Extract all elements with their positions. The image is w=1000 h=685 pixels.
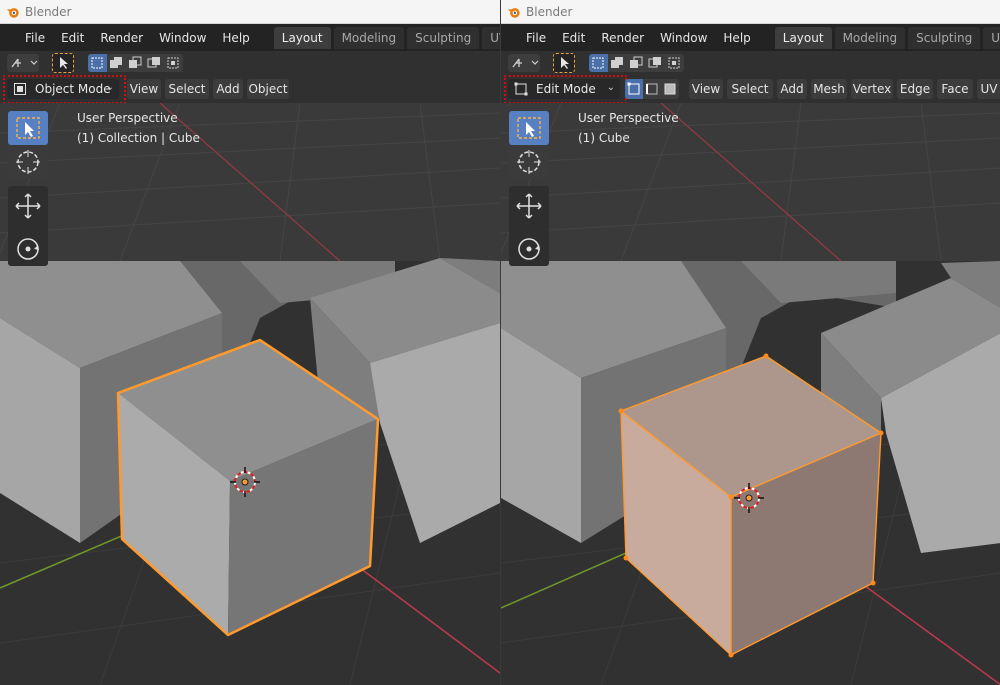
header-view-menu[interactable]: View xyxy=(127,79,161,99)
move-icon[interactable] xyxy=(8,186,48,226)
mode-highlight-annotation xyxy=(504,75,627,104)
pivot-icon xyxy=(512,58,539,68)
tab-uv-editing[interactable]: UV Editing xyxy=(482,26,500,49)
menu-edit[interactable]: Edit xyxy=(554,28,593,48)
menu-render[interactable]: Render xyxy=(92,28,151,48)
tool-cursor[interactable] xyxy=(509,145,549,179)
tab-uv-editing[interactable]: UV Editing xyxy=(983,26,1000,49)
workspace-tabs: Layout Modeling Sculpting UV Editing xyxy=(273,26,500,49)
viewport-title: User Perspective xyxy=(77,111,178,125)
header-add-menu[interactable]: Add xyxy=(777,79,807,99)
3d-viewport[interactable]: User Perspective (1) Cube xyxy=(501,103,1000,685)
menu-edit[interactable]: Edit xyxy=(53,28,92,48)
select-tool-button[interactable] xyxy=(553,53,575,73)
cursor-icon xyxy=(517,150,541,174)
header-face-menu[interactable]: Face xyxy=(937,79,973,99)
viewport-header: Object Mode ⌄ View Select Add Object xyxy=(0,75,500,104)
cursor-icon xyxy=(16,150,40,174)
select-mode-toggle xyxy=(625,79,681,99)
3d-viewport[interactable]: User Perspective (1) Collection | Cube xyxy=(0,103,500,685)
menu-render[interactable]: Render xyxy=(593,28,652,48)
cursor-arrow-icon xyxy=(60,57,68,69)
transform-pivot-dropdown[interactable] xyxy=(7,54,39,72)
transform-tools-group xyxy=(509,186,549,266)
move-icon[interactable] xyxy=(509,186,549,226)
left-blender-window: Blender File Edit Render Window Help Lay… xyxy=(0,0,500,685)
transform-tools-group xyxy=(8,186,48,266)
tool-settings-bar xyxy=(501,51,1000,75)
menu-window[interactable]: Window xyxy=(652,28,715,48)
tab-sculpting[interactable]: Sculpting xyxy=(407,26,480,49)
header-edge-menu[interactable]: Edge xyxy=(897,79,933,99)
top-menu-bar: File Edit Render Window Help Layout Mode… xyxy=(0,24,500,51)
menu-window[interactable]: Window xyxy=(151,28,214,48)
viewport-subtitle: (1) Cube xyxy=(578,131,630,145)
vertex-select-icon[interactable] xyxy=(625,79,643,99)
viewport-scene[interactable] xyxy=(501,103,1000,685)
viewport-scene[interactable] xyxy=(0,103,500,685)
pivot-icon xyxy=(11,58,38,68)
blender-logo-icon xyxy=(507,7,520,18)
header-select-menu[interactable]: Select xyxy=(727,79,773,99)
menu-file[interactable]: File xyxy=(17,28,53,48)
select-new-icon[interactable] xyxy=(88,54,107,72)
viewport-title: User Perspective xyxy=(578,111,679,125)
window-titlebar: Blender xyxy=(501,0,1000,24)
tab-layout[interactable]: Layout xyxy=(273,26,331,49)
edge-select-icon[interactable] xyxy=(643,79,661,99)
window-title: Blender xyxy=(25,4,72,19)
blender-logo-icon xyxy=(6,7,19,18)
tool-cursor[interactable] xyxy=(8,145,48,179)
face-select-icon[interactable] xyxy=(661,79,679,99)
window-titlebar: Blender xyxy=(0,0,500,24)
viewport-header: Edit Mode ⌄ View Select Add Mesh Vertex … xyxy=(501,75,1000,104)
header-object-menu[interactable]: Object xyxy=(247,79,289,99)
top-menu-bar: File Edit Render Window Help Layout Mode… xyxy=(501,24,1000,51)
tab-sculpting[interactable]: Sculpting xyxy=(908,26,981,49)
mode-highlight-annotation xyxy=(3,75,126,104)
select-subtract-icon[interactable] xyxy=(126,54,145,72)
select-invert-icon[interactable] xyxy=(145,54,164,72)
tool-settings-bar xyxy=(0,51,500,75)
rotate-icon[interactable] xyxy=(8,229,48,269)
select-extend-icon[interactable] xyxy=(107,54,126,72)
header-vertex-menu[interactable]: Vertex xyxy=(851,79,893,99)
select-extend-icon[interactable] xyxy=(608,54,627,72)
menu-file[interactable]: File xyxy=(518,28,554,48)
select-intersect-icon[interactable] xyxy=(164,54,183,72)
header-mesh-menu[interactable]: Mesh xyxy=(811,79,847,99)
menu-help[interactable]: Help xyxy=(715,28,758,48)
select-new-icon[interactable] xyxy=(589,54,608,72)
tab-modeling[interactable]: Modeling xyxy=(333,26,405,49)
right-blender-window: Blender File Edit Render Window Help Lay… xyxy=(500,0,1000,685)
select-subtract-icon[interactable] xyxy=(627,54,646,72)
menu-help[interactable]: Help xyxy=(214,28,257,48)
selection-mode-buttons xyxy=(589,54,685,72)
rotate-icon[interactable] xyxy=(509,229,549,269)
tab-layout[interactable]: Layout xyxy=(774,26,832,49)
viewport-subtitle: (1) Collection | Cube xyxy=(77,131,200,145)
selection-mode-buttons xyxy=(88,54,184,72)
select-box-icon xyxy=(517,117,541,139)
tool-select-box[interactable] xyxy=(8,111,48,145)
tool-select-box[interactable] xyxy=(509,111,549,145)
header-uv-menu[interactable]: UV xyxy=(977,79,1000,99)
select-intersect-icon[interactable] xyxy=(665,54,684,72)
header-select-menu[interactable]: Select xyxy=(165,79,209,99)
transform-pivot-dropdown[interactable] xyxy=(508,54,540,72)
tab-modeling[interactable]: Modeling xyxy=(834,26,906,49)
cursor-arrow-icon xyxy=(561,57,569,69)
select-box-icon xyxy=(16,117,40,139)
header-add-menu[interactable]: Add xyxy=(213,79,243,99)
select-invert-icon[interactable] xyxy=(646,54,665,72)
header-view-menu[interactable]: View xyxy=(689,79,723,99)
window-title: Blender xyxy=(526,4,573,19)
select-tool-button[interactable] xyxy=(52,53,74,73)
workspace-tabs: Layout Modeling Sculpting UV Editing xyxy=(774,26,1000,49)
